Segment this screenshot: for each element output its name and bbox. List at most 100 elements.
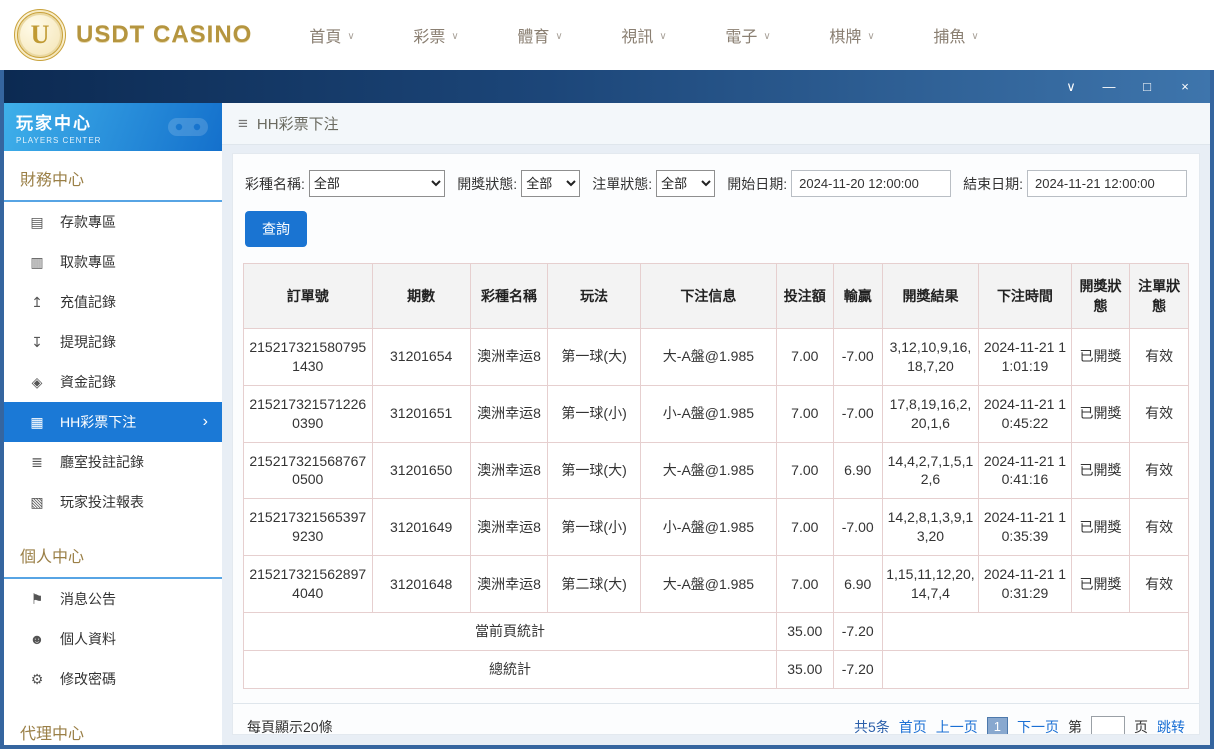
bets-table-wrap: 訂單號 期數 彩種名稱 玩法 下注信息 投注額 輸贏 開獎結果 下注時間 開獎狀態 注單狀態 215… [233,257,1199,689]
summary-empty-cell [881,649,1190,689]
sidebar-item[interactable]: ▧ 玩家投注報表 [4,482,222,522]
search-button[interactable]: 查詢 [245,211,307,247]
column-header: 開獎結果 [881,263,980,329]
table-cell: 第一球(小) [547,384,641,443]
nav-item-label: 彩票 [413,29,446,46]
table-cell: 14,2,8,1,3,9,13,20 [881,498,980,557]
sidebar-item-label: 取款專區 [60,254,116,270]
page-jump-input[interactable] [1091,715,1125,734]
page-title: HH彩票下注 [256,116,339,133]
table-cell: 大-A盤@1.985 [639,441,777,500]
nav-item-7[interactable]: 捕魚 ∨ [904,0,1008,70]
menu-icon[interactable]: ≡ [238,114,248,134]
bet-status-select[interactable]: 全部 [656,170,716,197]
window-collapse-icon[interactable]: ∨ [1064,80,1078,93]
sidebar-section-title: 財務中心 [4,157,222,202]
nav-item-2[interactable]: 彩票 ∨ [384,0,488,70]
sidebar-item[interactable]: ↧ 提現記錄 [4,322,222,362]
nav-item-6[interactable]: 棋牌 ∨ [800,0,904,70]
sidebar-item-label: 玩家投注報表 [60,494,144,510]
table-cell: 澳洲幸运8 [469,441,549,500]
table-cell: 2152173215687670500 [243,441,373,500]
table-cell: 3,12,10,9,16,18,7,20 [881,328,980,386]
sidebar-item-label: 廳室投註記錄 [60,454,144,470]
total-count-label: 共5条 [853,718,890,735]
window-maximize-icon[interactable]: □ [1140,80,1154,93]
table-cell: 2024-11-21 11:01:19 [978,328,1072,386]
nav-item-5[interactable]: 電子 ∨ [696,0,800,70]
sidebar-item[interactable]: ◈ 資金記錄 [4,362,222,402]
table-cell: 2152173215712260390 [243,384,373,443]
sidebar-item[interactable]: ▦ HH彩票下注 › [4,402,222,442]
sidebar-item[interactable]: ⚑ 消息公告 [4,579,222,619]
sidebar-item-label: 資金記錄 [60,374,116,390]
prev-page-link[interactable]: 上一页 [936,717,978,734]
sidebar-subtitle: PLAYERS CENTER [16,136,102,145]
breadcrumb: ≡ HH彩票下注 [222,103,1210,145]
table-cell: 17,8,19,16,2,20,1,6 [881,384,980,443]
start-date-input[interactable] [791,170,952,197]
jump-prefix-label: 第 [1068,718,1082,735]
sidebar-section-title: 個人中心 [4,534,222,579]
end-date-input[interactable] [1027,170,1188,197]
sidebar-item[interactable]: ▤ 存款專區 [4,202,222,242]
column-header: 開獎狀態 [1070,263,1131,329]
app-window: ∨ — □ × 玩家中心 PLAYERS CENTER 財務中心 ▤ 存款專區 … [0,70,1214,749]
search-button-row: 查詢 [233,197,1199,257]
start-date-label: 開始日期: [727,175,788,192]
table-cell: 6.90 [832,441,883,500]
table-cell: 7.00 [775,498,834,557]
table-cell: 大-A盤@1.985 [639,555,777,613]
sidebar-item[interactable]: ≣ 廳室投註記錄 [4,442,222,482]
first-page-link[interactable]: 首页 [899,717,927,734]
draw-status-select[interactable]: 全部 [521,170,581,197]
column-header: 下注時間 [978,263,1072,329]
window-close-icon[interactable]: × [1178,80,1192,93]
sidebar-item-label: HH彩票下注 [60,414,137,430]
table-cell: 2024-11-21 10:41:16 [978,441,1072,500]
chevron-down-icon: ∨ [451,31,459,42]
table-cell: 第一球(大) [547,328,641,386]
announcement-icon: ⚑ [30,590,44,607]
table-cell: 2024-11-21 10:35:39 [978,498,1072,557]
funds-icon: ◈ [31,373,43,390]
sidebar-item[interactable]: ▥ 取款專區 [4,242,222,282]
table-cell: -7.00 [832,384,883,443]
chevron-down-icon: ∨ [347,31,355,42]
nav-item-label: 捕魚 [933,29,966,46]
withdraw-icon: ▥ [30,253,44,270]
nav-item-label: 視訊 [621,29,654,46]
table-cell: 有效 [1129,498,1189,557]
summary-winloss-total: -7.20 [832,611,883,651]
sidebar-item[interactable]: ⚙ 修改密碼 [4,659,222,699]
table-cell: 2024-11-21 10:31:29 [978,555,1072,613]
end-date-label: 結束日期: [963,175,1024,192]
table-cell: -7.00 [832,498,883,557]
sidebar-item-label: 個人資料 [60,631,116,647]
nav-item-1[interactable]: 首頁 ∨ [280,0,384,70]
table-cell: 小-A盤@1.985 [639,384,777,443]
lottery-name-select[interactable]: 全部 [308,170,446,197]
sidebar-item[interactable]: ↥ 充值記錄 [4,282,222,322]
sidebar-item[interactable]: ☻ 個人資料 [4,619,222,659]
window-minimize-icon[interactable]: — [1102,80,1116,93]
nav-item-4[interactable]: 視訊 ∨ [592,0,696,70]
room-record-icon: ≣ [31,453,43,470]
password-icon: ⚙ [30,670,44,687]
table-cell: 第一球(大) [547,441,641,500]
deposit-icon: ▤ [30,213,44,230]
table-row: 2152173215687670500 31201650 澳洲幸运8 第一球(大) 大-… [243,441,1189,500]
table-cell: 7.00 [775,384,834,443]
summary-row: 總統計 35.00 -7.20 [243,649,1190,689]
next-page-link[interactable]: 下一页 [1017,717,1059,734]
logo[interactable]: U USDT CASINO [0,9,262,61]
nav-item-3[interactable]: 體育 ∨ [488,0,592,70]
table-cell: 31201649 [371,498,471,557]
content-panel: 彩種名稱: 全部 開獎狀態: 全部 注單狀態: 全部 開始日期: 2024-11… [232,153,1200,735]
table-cell: 有效 [1129,328,1189,386]
summary-label: 當前頁統計 [243,611,777,651]
draw-status-label: 開獎狀態: [457,175,518,192]
cashout-icon: ↧ [31,333,43,350]
current-page-badge[interactable]: 1 [986,717,1008,734]
jump-button[interactable]: 跳转 [1157,717,1185,734]
